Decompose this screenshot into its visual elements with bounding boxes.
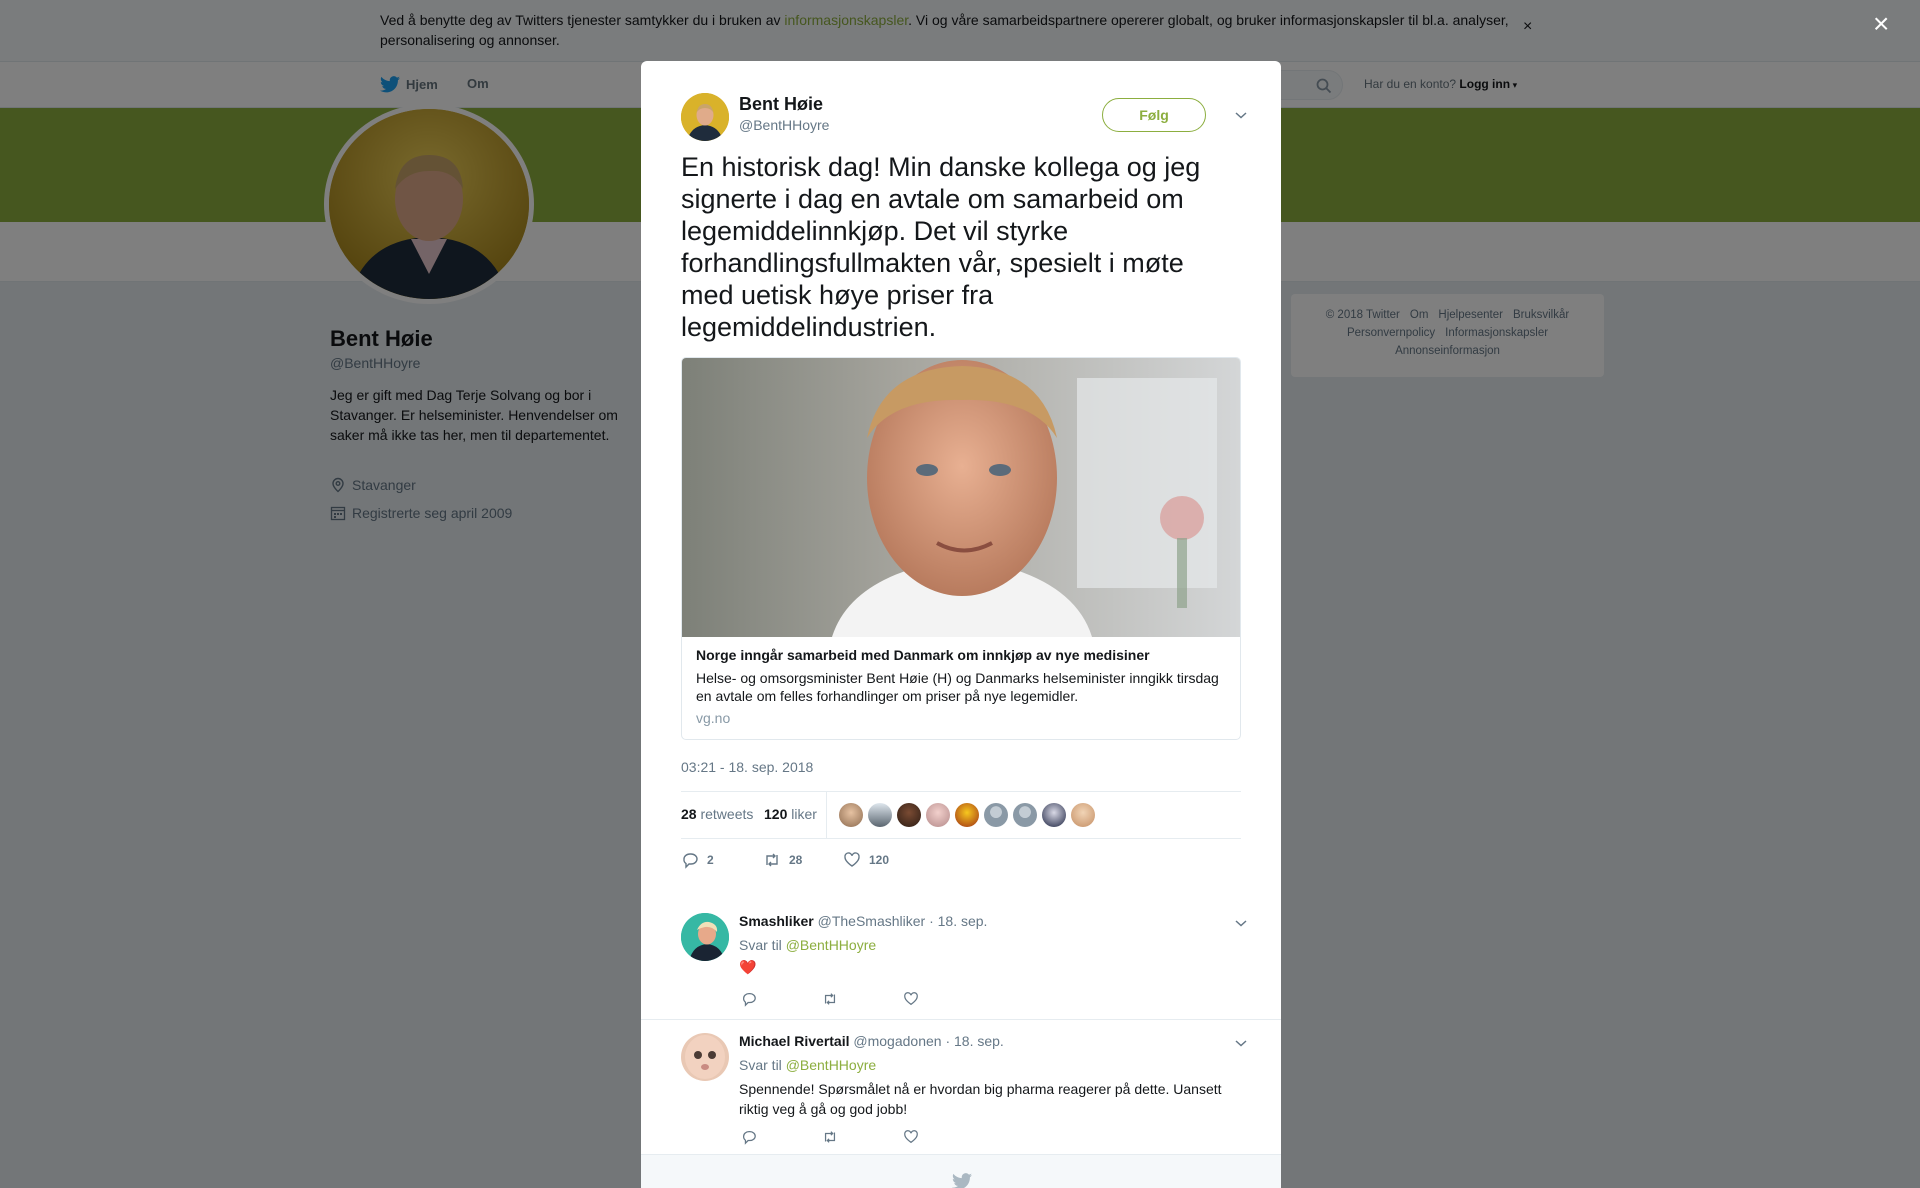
- retweet-icon[interactable]: [822, 1129, 838, 1145]
- like-count: 120: [869, 853, 890, 867]
- reply-count: 2: [707, 853, 714, 867]
- reply-date[interactable]: · 18. sep.: [945, 1033, 1003, 1049]
- like-button[interactable]: 120: [843, 851, 889, 869]
- reply-to: Svar til @BentHHoyre: [739, 1057, 876, 1073]
- card-title[interactable]: Norge inngår samarbeid med Danmark om in…: [696, 647, 1150, 663]
- heart-icon[interactable]: [903, 991, 919, 1007]
- link-card[interactable]: Norge inngår samarbeid med Danmark om in…: [681, 357, 1241, 740]
- close-icon[interactable]: ×: [1873, 10, 1889, 38]
- liker-avatar[interactable]: [926, 803, 950, 827]
- tweet-modal: Bent Høie @BentHHoyre Følg En historisk …: [641, 61, 1281, 1188]
- reply-author-handle[interactable]: @TheSmashliker: [818, 913, 926, 929]
- chevron-down-icon[interactable]: [1233, 915, 1249, 931]
- liker-avatar[interactable]: [1042, 803, 1066, 827]
- stats-divider: [826, 792, 827, 838]
- follow-button[interactable]: Følg: [1102, 98, 1206, 132]
- reply-header: Smashliker @TheSmashliker · 18. sep.: [739, 913, 987, 929]
- tweet-author-handle[interactable]: @BentHHoyre: [739, 117, 829, 133]
- reply-icon[interactable]: [741, 991, 757, 1007]
- liker-avatar[interactable]: [955, 803, 979, 827]
- tweet-stats: 28 retweets 120 liker: [681, 791, 1241, 839]
- liker-avatar[interactable]: [868, 803, 892, 827]
- card-domain: vg.no: [696, 710, 731, 726]
- reply-to: Svar til @BentHHoyre: [739, 937, 876, 953]
- likes-count: 120: [764, 806, 788, 822]
- card-image: [682, 358, 1240, 637]
- likes-label: liker: [791, 806, 817, 822]
- tweet-timestamp[interactable]: 03:21 - 18. sep. 2018: [681, 759, 813, 775]
- retweet-button[interactable]: 28: [763, 851, 802, 869]
- reply-to-label: Svar til: [739, 937, 782, 953]
- liker-avatars: [839, 803, 1095, 827]
- liker-avatar[interactable]: [1071, 803, 1095, 827]
- reply-actions: [741, 991, 919, 1007]
- heart-icon: [844, 852, 860, 867]
- likes-stat[interactable]: 120 liker: [764, 806, 817, 822]
- twitter-bird-icon: [952, 1173, 972, 1188]
- reply-author-name[interactable]: Smashliker: [739, 913, 814, 929]
- modal-footer: [641, 1154, 1281, 1188]
- reply-text: ❤️: [739, 959, 757, 975]
- reply-icon[interactable]: [741, 1129, 757, 1145]
- reply-header: Michael Rivertail @mogadonen · 18. sep.: [739, 1033, 1004, 1049]
- retweets-stat[interactable]: 28 retweets: [681, 806, 753, 822]
- reply-author-name[interactable]: Michael Rivertail: [739, 1033, 850, 1049]
- retweet-icon: [766, 853, 778, 867]
- reply-button[interactable]: 2: [681, 851, 714, 869]
- tweet-author-avatar[interactable]: [681, 93, 729, 141]
- liker-avatar[interactable]: [839, 803, 863, 827]
- liker-avatar[interactable]: [897, 803, 921, 827]
- tweet-text: En historisk dag! Min danske kollega og …: [681, 152, 1201, 342]
- reply-author-handle[interactable]: @mogadonen: [853, 1033, 941, 1049]
- reply-author-avatar[interactable]: [681, 1033, 729, 1081]
- reply-tweet[interactable]: Michael Rivertail @mogadonen · 18. sep. …: [641, 1013, 1281, 1153]
- reply-author-avatar[interactable]: [681, 913, 729, 961]
- reply-text: Spennende! Spørsmålet nå er hvordan big …: [739, 1081, 1222, 1117]
- retweets-count: 28: [681, 806, 697, 822]
- reply-actions: [741, 1129, 919, 1145]
- heart-icon[interactable]: [903, 1129, 919, 1145]
- default-avatar-icon[interactable]: [1013, 803, 1037, 827]
- retweet-count: 28: [789, 853, 803, 867]
- reply-icon: [683, 853, 698, 869]
- default-avatar-icon[interactable]: [984, 803, 1008, 827]
- card-description: Helse- og omsorgsminister Bent Høie (H) …: [696, 670, 1219, 704]
- reply-to-link[interactable]: @BentHHoyre: [786, 1057, 876, 1073]
- chevron-down-icon[interactable]: [1233, 1035, 1249, 1051]
- chevron-down-icon[interactable]: [1233, 107, 1249, 123]
- tweet-author-name[interactable]: Bent Høie: [739, 94, 823, 115]
- reply-to-label: Svar til: [739, 1057, 782, 1073]
- reply-to-link[interactable]: @BentHHoyre: [786, 937, 876, 953]
- reply-date[interactable]: · 18. sep.: [929, 913, 987, 929]
- retweet-icon[interactable]: [822, 991, 838, 1007]
- retweets-label: retweets: [700, 806, 754, 822]
